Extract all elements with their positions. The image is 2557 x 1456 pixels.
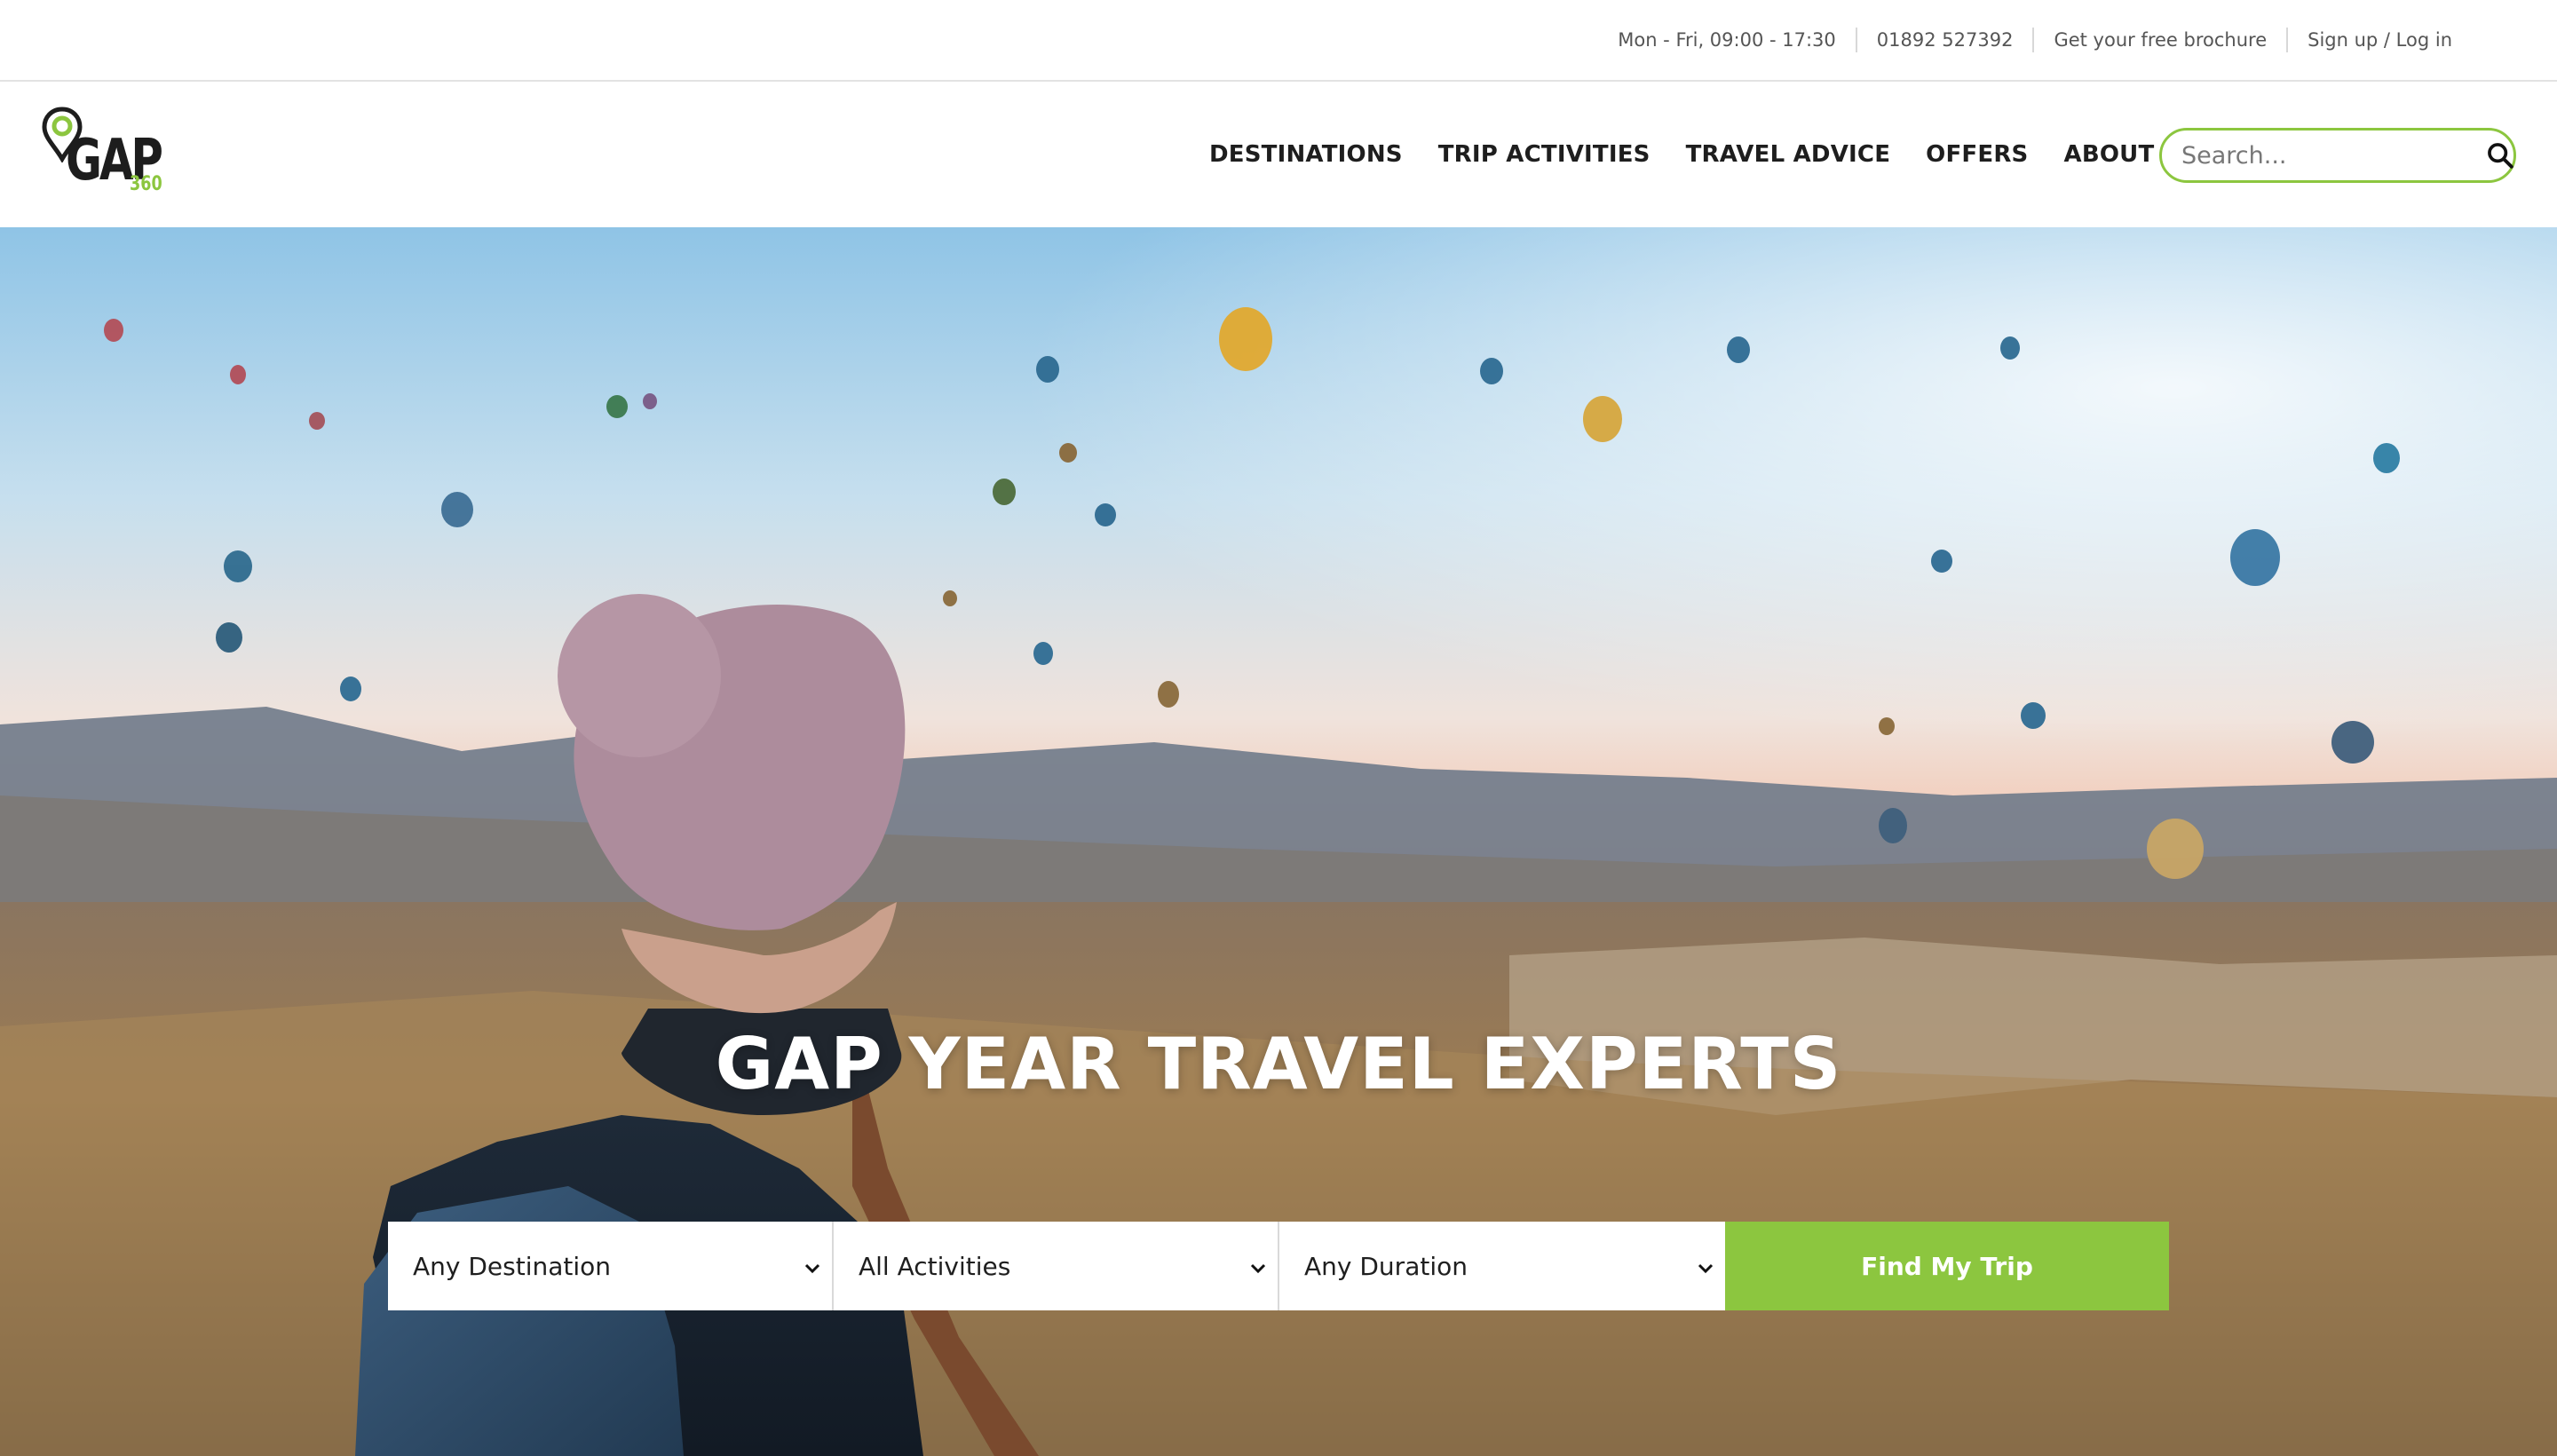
account-link[interactable]: Sign up / Log in <box>2286 28 2472 52</box>
search-box <box>2159 128 2516 183</box>
nav-destinations[interactable]: DESTINATIONS <box>1209 141 1403 168</box>
site-logo[interactable]: GAP 360 <box>41 106 163 203</box>
chevron-down-icon <box>802 1255 823 1277</box>
search-icon[interactable] <box>2485 138 2515 173</box>
phone-link[interactable]: 01892 527392 <box>1855 28 2033 52</box>
hero-title: GAP YEAR TRAVEL EXPERTS <box>715 1023 1842 1105</box>
destination-select[interactable]: Any Destination <box>388 1222 834 1310</box>
chevron-down-icon <box>1247 1255 1269 1277</box>
office-hours: Mon - Fri, 09:00 - 17:30 <box>1618 29 1836 51</box>
nav-offers[interactable]: OFFERS <box>1926 141 2028 168</box>
nav-travel-advice[interactable]: TRAVEL ADVICE <box>1686 141 1891 168</box>
chevron-down-icon <box>1695 1255 1716 1277</box>
duration-select[interactable]: Any Duration <box>1279 1222 1725 1310</box>
utility-bar: Mon - Fri, 09:00 - 17:30 01892 527392 Ge… <box>0 0 2557 82</box>
logo-suffix: 360 <box>130 173 162 195</box>
brochure-link[interactable]: Get your free brochure <box>2032 28 2286 52</box>
activities-select-value: All Activities <box>859 1251 1011 1281</box>
find-my-trip-button[interactable]: Find My Trip <box>1725 1222 2169 1310</box>
search-input[interactable] <box>2181 141 2485 170</box>
hero-section: GAP YEAR TRAVEL EXPERTS Any Destination … <box>0 227 2557 1456</box>
destination-select-value: Any Destination <box>413 1251 612 1281</box>
main-nav: DESTINATIONS TRIP ACTIVITIES TRAVEL ADVI… <box>1209 82 2198 227</box>
main-header: GAP 360 DESTINATIONS TRIP ACTIVITIES TRA… <box>0 82 2557 227</box>
trip-finder: Any Destination All Activities Any Durat… <box>388 1222 2169 1310</box>
duration-select-value: Any Duration <box>1304 1251 1468 1281</box>
nav-trip-activities[interactable]: TRIP ACTIVITIES <box>1438 141 1651 168</box>
activities-select[interactable]: All Activities <box>834 1222 1279 1310</box>
